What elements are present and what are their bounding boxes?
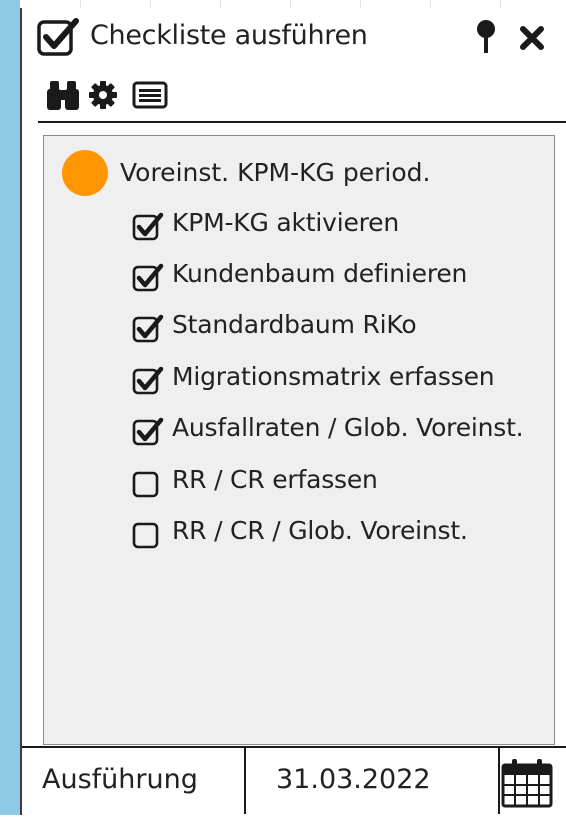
execution-label: Ausführung xyxy=(42,764,198,795)
checklist-item-label: Migrationsmatrix erfassen xyxy=(172,362,495,391)
pin-icon[interactable] xyxy=(472,19,500,55)
checkbox-unchecked-icon[interactable] xyxy=(132,469,164,503)
toolbar-divider xyxy=(38,121,566,123)
execution-date-field[interactable]: 31.03.2022 xyxy=(244,748,500,814)
checkbox-checked-icon[interactable] xyxy=(132,263,164,297)
status-indicator xyxy=(62,150,108,196)
checklist-item[interactable]: RR / CR / Glob. Voreinst. xyxy=(132,514,552,554)
checklist-item-label: KPM-KG aktivieren xyxy=(172,208,399,237)
checkbox-unchecked-icon[interactable] xyxy=(132,520,164,554)
footer-bar: Ausführung 31.03.2022 xyxy=(22,746,566,817)
background-grid xyxy=(20,0,566,8)
list-icon[interactable] xyxy=(132,81,168,113)
checkbox-checked-icon[interactable] xyxy=(132,366,164,400)
checklist-item[interactable]: Standardbaum RiKo xyxy=(132,308,552,348)
checklist-icon xyxy=(36,17,82,61)
execution-date-value: 31.03.2022 xyxy=(276,764,431,795)
gear-icon[interactable] xyxy=(88,80,118,114)
checklist-item-label: RR / CR erfassen xyxy=(172,465,378,494)
tree-root-node[interactable]: Voreinst. KPM-KG period. xyxy=(62,150,542,200)
checklist-tree: Voreinst. KPM-KG period. KPM-KG aktivier… xyxy=(43,135,555,745)
checklist-item-label: RR / CR / Glob. Voreinst. xyxy=(172,516,468,545)
checkbox-checked-icon[interactable] xyxy=(132,212,164,246)
checklist-item[interactable]: Kundenbaum definieren xyxy=(132,257,552,297)
checklist-item[interactable]: Ausfallraten / Glob. Voreinst. xyxy=(132,411,552,451)
calendar-icon[interactable] xyxy=(500,758,554,812)
checklist-item[interactable]: Migrationsmatrix erfassen xyxy=(132,360,552,400)
binoculars-icon[interactable] xyxy=(46,78,80,116)
checklist-item[interactable]: RR / CR erfassen xyxy=(132,463,552,503)
checklist-item-label: Ausfallraten / Glob. Voreinst. xyxy=(172,413,524,442)
checklist-item-label: Kundenbaum definieren xyxy=(172,259,468,288)
root-node-label: Voreinst. KPM-KG period. xyxy=(120,158,431,187)
window-title: Checkliste ausführen xyxy=(90,20,368,51)
checklist-item-label: Standardbaum RiKo xyxy=(172,310,417,339)
checklist-panel: Checkliste ausführen Voreinst. KPM-KG pe… xyxy=(20,8,566,815)
title-bar: Checkliste ausführen xyxy=(22,8,566,66)
checklist-item[interactable]: KPM-KG aktivieren xyxy=(132,206,552,246)
toolbar xyxy=(22,70,566,120)
checkbox-checked-icon[interactable] xyxy=(132,417,164,451)
checkbox-checked-icon[interactable] xyxy=(132,314,164,348)
window-edge-strip xyxy=(0,0,20,815)
close-icon[interactable] xyxy=(518,24,546,52)
